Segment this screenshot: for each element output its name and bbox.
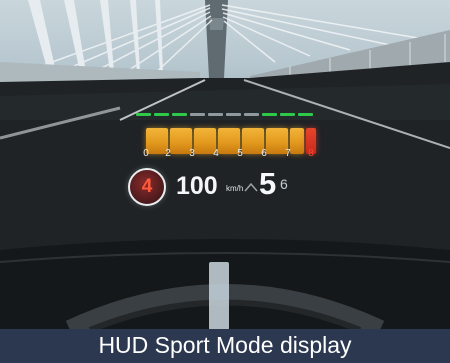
- hud-photo-scene: 0 2 3 4 5 6 7 8 4 100 km/h 5 6 HUD Sport…: [0, 0, 450, 363]
- current-gear-indicator: 4: [128, 168, 166, 206]
- hud-overlay: 0 2 3 4 5 6 7 8 4 100 km/h 5 6: [0, 0, 450, 330]
- shift-light-segment: [262, 113, 277, 116]
- shift-light-segment: [172, 113, 187, 116]
- rpm-redline-tick-label: 8: [308, 148, 314, 159]
- current-gear-value: 4: [141, 176, 153, 197]
- shift-light-segment: [154, 113, 169, 116]
- rpm-tick-label: 4: [213, 148, 219, 159]
- rpm-tick-label: 0: [143, 148, 149, 159]
- caption-text: HUD Sport Mode display: [98, 332, 352, 358]
- shift-light-segment: [244, 113, 259, 116]
- caption-bar: HUD Sport Mode display: [0, 329, 450, 363]
- rpm-tick-label: 7: [285, 148, 291, 159]
- shift-light-segment: [208, 113, 223, 116]
- rpm-tick-label: 6: [261, 148, 267, 159]
- rpm-tick-label: 3: [189, 148, 195, 159]
- speed-unit: km/h: [226, 184, 244, 193]
- shift-light-segment: [136, 113, 151, 116]
- speed-value: 100: [176, 172, 218, 200]
- shift-light-segment: [298, 113, 313, 116]
- recommended-gear-value: 5: [259, 166, 277, 201]
- shift-up-arrow-icon: [244, 182, 258, 192]
- rpm-tick-label: 2: [165, 148, 171, 159]
- shift-light-segment: [280, 113, 295, 116]
- shift-light-segment: [190, 113, 205, 116]
- rpm-tick-label: 5: [237, 148, 243, 159]
- next-gear-value: 6: [280, 176, 288, 192]
- shift-light-segment: [226, 113, 241, 116]
